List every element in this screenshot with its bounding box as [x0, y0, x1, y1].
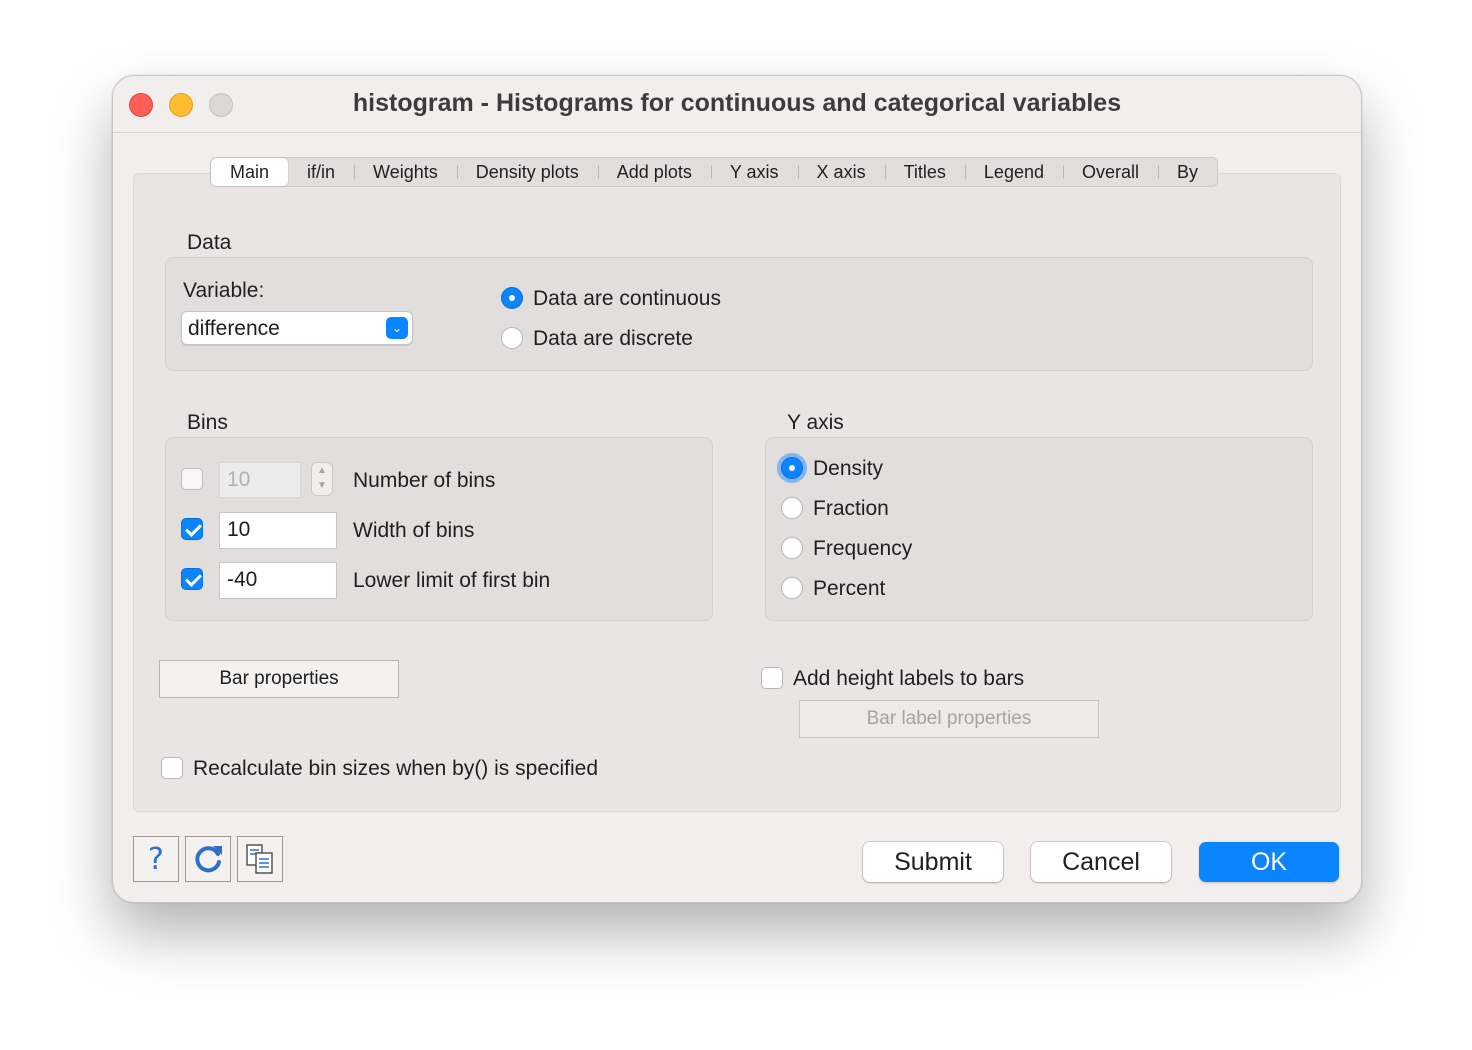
lower-limit-input[interactable]: -40: [219, 562, 337, 599]
tab-density-plots[interactable]: Density plots: [456, 158, 598, 186]
discrete-radio[interactable]: [501, 327, 523, 349]
width-of-bins-label: Width of bins: [353, 519, 475, 542]
recalculate-label: Recalculate bin sizes when by() is speci…: [193, 757, 599, 780]
question-mark-icon: ?: [148, 841, 164, 877]
continuous-label: Data are continuous: [533, 287, 721, 310]
number-of-bins-stepper[interactable]: ▲ ▼: [311, 462, 333, 496]
variable-select[interactable]: difference ⌄: [181, 311, 413, 345]
density-label: Density: [813, 457, 884, 480]
tab-overall[interactable]: Overall: [1063, 158, 1158, 186]
discrete-label: Data are discrete: [533, 327, 693, 350]
tab-legend[interactable]: Legend: [964, 158, 1063, 186]
tab-titles[interactable]: Titles: [884, 158, 965, 186]
lower-limit-label: Lower limit of first bin: [353, 569, 551, 592]
percent-label: Percent: [813, 577, 886, 600]
tab-x-axis[interactable]: X axis: [797, 158, 885, 186]
window-title: histogram - Histograms for continuous an…: [352, 89, 1122, 117]
cancel-button[interactable]: Cancel: [1031, 842, 1171, 882]
tab-add-plots[interactable]: Add plots: [597, 158, 711, 186]
percent-radio[interactable]: [781, 577, 803, 599]
number-of-bins-label: Number of bins: [353, 469, 496, 492]
recalculate-checkbox[interactable]: [161, 757, 183, 779]
height-labels-label: Add height labels to bars: [793, 667, 1025, 690]
bins-heading: Bins: [187, 411, 228, 434]
refresh-icon: [195, 846, 222, 873]
variable-label: Variable:: [183, 279, 265, 302]
ok-button[interactable]: OK: [1199, 842, 1339, 882]
continuous-radio[interactable]: [501, 287, 523, 309]
chevron-down-icon: ⌄: [386, 317, 408, 339]
frequency-label: Frequency: [813, 537, 913, 560]
submit-button[interactable]: Submit: [863, 842, 1003, 882]
title-bar: histogram - Histograms for continuous an…: [113, 76, 1361, 133]
lower-limit-checkbox[interactable]: [181, 568, 203, 590]
help-button[interactable]: ?: [133, 836, 179, 882]
density-radio[interactable]: [781, 457, 803, 479]
data-heading: Data: [187, 231, 232, 254]
copy-command-icon: [246, 844, 273, 874]
dialog-window: histogram - Histograms for continuous an…: [112, 75, 1362, 903]
y-axis-heading: Y axis: [787, 411, 844, 434]
copy-command-button[interactable]: [237, 836, 283, 882]
bar-properties-button[interactable]: Bar properties: [159, 660, 399, 698]
reset-button[interactable]: [185, 836, 231, 882]
width-of-bins-checkbox[interactable]: [181, 518, 203, 540]
height-labels-checkbox[interactable]: [761, 667, 783, 689]
tab-if-in[interactable]: if/in: [288, 158, 354, 186]
tab-by[interactable]: By: [1158, 158, 1217, 186]
tab-main[interactable]: Main: [211, 158, 289, 186]
width-of-bins-input[interactable]: 10: [219, 512, 337, 549]
tab-y-axis[interactable]: Y axis: [710, 158, 798, 186]
tab-bar: Main if/in Weights Density plots Add plo…: [210, 157, 1219, 187]
fraction-label: Fraction: [813, 497, 889, 520]
number-of-bins-input[interactable]: 10: [219, 462, 301, 498]
frequency-radio[interactable]: [781, 537, 803, 559]
tab-weights[interactable]: Weights: [354, 158, 457, 186]
variable-select-value: difference: [188, 317, 280, 340]
fraction-radio[interactable]: [781, 497, 803, 519]
number-of-bins-checkbox[interactable]: [181, 468, 203, 490]
bar-label-properties-button[interactable]: Bar label properties: [799, 700, 1099, 738]
